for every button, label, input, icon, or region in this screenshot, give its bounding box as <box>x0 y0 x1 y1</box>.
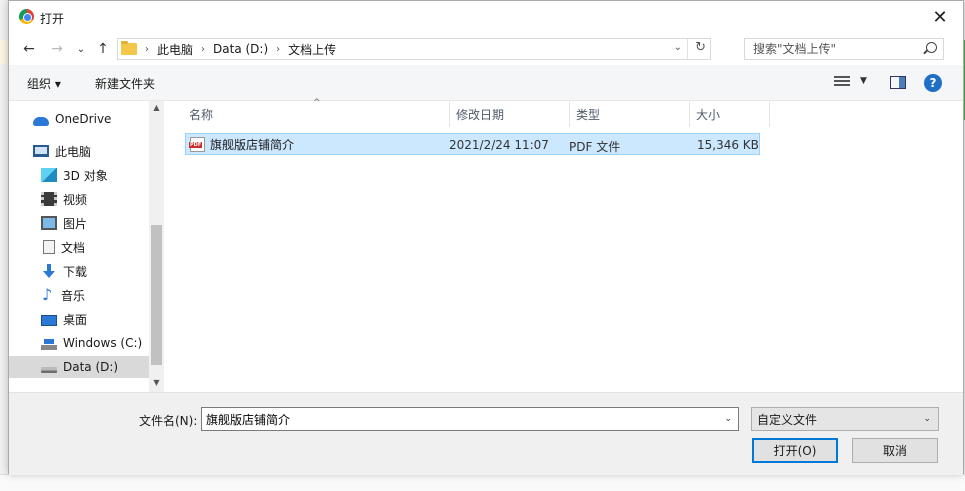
filename-label: 文件名(N): <box>139 414 198 428</box>
sidebar-item-label: 下载 <box>63 264 88 279</box>
filename-input[interactable] <box>206 412 706 426</box>
sidebar-item-label: Data (D:) <box>63 360 119 374</box>
file-type: PDF 文件 <box>569 140 621 154</box>
sidebar-item-label: Windows (C:) <box>63 336 143 350</box>
column-header-label: 修改日期 <box>456 107 505 122</box>
column-header-modified[interactable]: 修改日期 <box>450 101 570 127</box>
sidebar-item-label: OneDrive <box>55 112 112 126</box>
dialog-title: 打开 <box>40 12 65 26</box>
breadcrumb-this-pc[interactable]: 此电脑 <box>157 41 193 58</box>
open-button[interactable]: 打开(O) <box>752 438 838 463</box>
background-list-row <box>0 474 965 491</box>
folder-icon <box>121 41 137 55</box>
sidebar-item-onedrive[interactable]: OneDrive <box>9 108 149 130</box>
sidebar-item-3d-objects[interactable]: 3D 对象 <box>9 164 149 186</box>
sidebar-item-label: 3D 对象 <box>63 168 108 183</box>
breadcrumb-data-drive[interactable]: Data (D:) <box>213 42 268 56</box>
title-bar: 打开 ✕ <box>9 1 963 33</box>
sidebar-item-data-drive[interactable]: Data (D:) <box>9 356 149 378</box>
toolbar: 组织 ▾ 新建文件夹 ▼ ? <box>9 65 963 101</box>
sidebar-item-label: 此电脑 <box>55 144 92 159</box>
column-header-size[interactable]: 大小 <box>690 101 770 127</box>
cancel-button[interactable]: 取消 <box>852 438 938 463</box>
address-divider <box>687 39 688 59</box>
column-header-label: 类型 <box>576 107 601 122</box>
refresh-icon[interactable]: ↻ <box>695 40 706 55</box>
scrollbar-thumb[interactable] <box>151 225 162 365</box>
dialog-footer: 文件名(N): ⌄ 自定义文件 ⌄ 打开(O) 取消 <box>9 392 963 475</box>
column-header-type[interactable]: 类型 <box>570 101 690 127</box>
sidebar-item-label: 图片 <box>63 216 88 231</box>
sidebar-item-music[interactable]: 音乐 <box>9 284 149 306</box>
sidebar-item-label: 视频 <box>63 192 88 207</box>
organize-button[interactable]: 组织 ▾ <box>27 75 61 92</box>
windows-drive-icon <box>41 339 57 350</box>
search-icon[interactable] <box>926 42 937 53</box>
sidebar-item-videos[interactable]: 视频 <box>9 188 149 210</box>
chrome-icon <box>19 9 34 24</box>
recent-locations-button[interactable]: ⌄ <box>71 39 91 59</box>
address-row: ← → ⌄ ↑ › 此电脑 › Data (D:) › 文档上传 ⌄ ↻ <box>9 33 963 65</box>
sidebar-item-desktop[interactable]: 桌面 <box>9 308 149 330</box>
sidebar-item-windows-drive[interactable]: Windows (C:) <box>9 332 149 354</box>
file-type-value: 自定义文件 <box>757 412 818 427</box>
file-row[interactable]: 旗舰版店铺简介 2021/2/24 11:07 PDF 文件 15,346 KB <box>185 133 760 155</box>
scroll-down-arrow-icon[interactable]: ▼ <box>149 378 164 390</box>
breadcrumb-separator[interactable]: › <box>201 44 205 55</box>
sidebar-item-this-pc[interactable]: 此电脑 <box>9 140 149 162</box>
column-header-name[interactable]: 名称 <box>183 101 450 127</box>
close-button[interactable]: ✕ <box>917 1 963 33</box>
view-options-icon[interactable] <box>834 76 850 89</box>
cloud-icon <box>33 116 49 126</box>
new-folder-button[interactable]: 新建文件夹 <box>95 75 155 92</box>
scroll-up-arrow-icon[interactable]: ▲ <box>149 103 164 115</box>
chevron-down-icon[interactable]: ⌄ <box>923 414 931 424</box>
help-icon[interactable]: ? <box>924 74 942 92</box>
up-button[interactable]: ↑ <box>93 39 113 59</box>
forward-button[interactable]: → <box>47 39 67 59</box>
pictures-icon <box>41 216 57 230</box>
view-dropdown-icon[interactable]: ▼ <box>860 76 867 86</box>
pdf-file-icon <box>189 136 205 152</box>
music-icon <box>41 285 55 304</box>
breadcrumb-upload-folder[interactable]: 文档上传 <box>288 41 336 58</box>
preview-pane-icon[interactable] <box>890 76 906 89</box>
file-name: 旗舰版店铺简介 <box>210 137 295 152</box>
breadcrumb-separator[interactable]: › <box>145 44 149 55</box>
sidebar-item-label: 文档 <box>61 240 86 255</box>
sidebar-item-pictures[interactable]: 图片 <box>9 212 149 234</box>
back-button[interactable]: ← <box>19 39 39 59</box>
desktop-icon <box>41 314 57 326</box>
sidebar-item-label: 桌面 <box>63 312 88 327</box>
sidebar-item-label: 音乐 <box>61 288 86 303</box>
breadcrumb-separator[interactable]: › <box>276 44 280 55</box>
chevron-down-icon[interactable]: ⌄ <box>724 414 732 424</box>
3d-objects-icon <box>41 168 57 182</box>
navigation-pane: OneDrive 此电脑 3D 对象 视频 图片 文档 下载 音乐 <box>9 101 164 392</box>
address-bar[interactable]: › 此电脑 › Data (D:) › 文档上传 ⌄ ↻ <box>117 38 711 60</box>
video-icon <box>41 192 57 206</box>
open-file-dialog: 打开 ✕ ← → ⌄ ↑ › 此电脑 › Data (D:) › 文档上传 ⌄ … <box>8 0 964 475</box>
drive-icon <box>41 366 57 373</box>
documents-icon <box>43 240 55 254</box>
file-modified: 2021/2/24 11:07 <box>449 138 549 152</box>
navigation-scrollbar[interactable]: ▲ ▼ <box>149 101 164 392</box>
sidebar-item-downloads[interactable]: 下载 <box>9 260 149 282</box>
file-size: 15,346 KB <box>697 138 759 152</box>
column-header-label: 名称 <box>189 107 214 122</box>
column-header-label: 大小 <box>696 107 721 122</box>
download-icon <box>41 264 57 278</box>
search-box[interactable] <box>744 38 944 60</box>
computer-icon <box>33 145 49 157</box>
filename-combobox[interactable]: ⌄ <box>201 407 739 431</box>
sidebar-item-documents[interactable]: 文档 <box>9 236 149 258</box>
file-type-select[interactable]: 自定义文件 ⌄ <box>751 407 939 431</box>
search-input[interactable] <box>753 39 923 59</box>
chevron-down-icon[interactable]: ⌄ <box>674 42 682 53</box>
file-list: ^ 名称 修改日期 类型 大小 旗舰版店铺简介 2021/2/24 11:07 … <box>167 98 963 392</box>
